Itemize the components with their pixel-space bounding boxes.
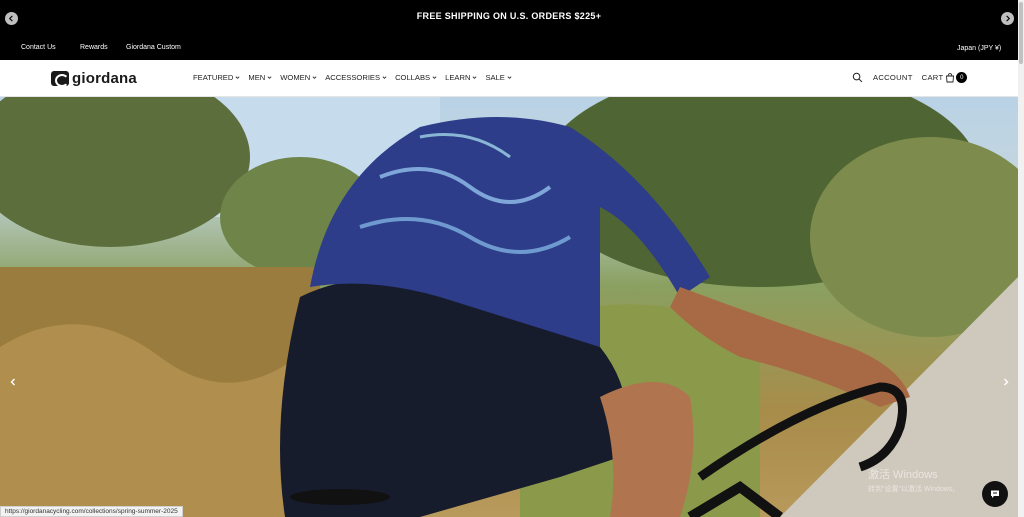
- nav-label: WOMEN: [280, 73, 311, 82]
- page-scrollbar[interactable]: [1018, 0, 1024, 517]
- chevron-down-icon: [507, 76, 512, 79]
- nav-item-women[interactable]: WOMEN: [280, 73, 317, 82]
- chevron-down-icon: [472, 76, 477, 79]
- nav-item-featured[interactable]: FEATURED: [193, 73, 240, 82]
- chevron-down-icon: [382, 76, 387, 79]
- chevron-down-icon: [312, 76, 317, 79]
- scrollbar-thumb[interactable]: [1019, 2, 1023, 64]
- page: FREE SHIPPING ON U.S. ORDERS $225+ Conta…: [0, 0, 1024, 517]
- logo-mark-icon: [51, 71, 69, 87]
- chat-icon: [991, 490, 999, 498]
- nav-item-men[interactable]: MEN: [248, 73, 272, 82]
- chevron-right-icon[interactable]: [1001, 377, 1011, 387]
- brand-name: giordana: [72, 70, 137, 87]
- chevron-down-icon: [432, 76, 437, 79]
- windows-activation-watermark: 激活 Windows 转到"设置"以激活 Windows。: [868, 466, 959, 494]
- site-header: giordana FEATURED MEN WOMEN ACCESSORIES …: [0, 60, 1018, 97]
- cart-button[interactable]: CART 0: [922, 72, 968, 83]
- search-icon[interactable]: [852, 72, 863, 83]
- nav-item-learn[interactable]: LEARN: [445, 73, 477, 82]
- nav-label: ACCESSORIES: [325, 73, 381, 82]
- chevron-left-icon[interactable]: [8, 377, 18, 387]
- utility-bar: Contact Us Rewards Giordana Custom Japan…: [0, 36, 1018, 60]
- nav-label: COLLABS: [395, 73, 431, 82]
- status-bar-url: https://giordanacycling.com/collections/…: [0, 506, 183, 517]
- hero-banner[interactable]: [0, 97, 1018, 517]
- nav-label: FEATURED: [193, 73, 234, 82]
- giordana-custom-link[interactable]: Giordana Custom: [126, 44, 181, 51]
- chevron-down-icon: [267, 76, 272, 79]
- nav-label: LEARN: [445, 73, 471, 82]
- nav-label: MEN: [248, 73, 266, 82]
- locale-selector[interactable]: Japan (JPY ¥): [957, 45, 1001, 52]
- announcement-text: FREE SHIPPING ON U.S. ORDERS $225+: [416, 11, 602, 21]
- hero-image: [0, 97, 1018, 517]
- nav-label: SALE: [485, 73, 505, 82]
- watermark-title: 激活 Windows: [868, 469, 938, 481]
- account-link[interactable]: ACCOUNT: [873, 73, 913, 82]
- watermark-subtitle: 转到"设置"以激活 Windows。: [868, 486, 960, 493]
- brand-logo[interactable]: giordana: [51, 70, 137, 87]
- nav-item-accessories[interactable]: ACCESSORIES: [325, 73, 387, 82]
- nav-item-collabs[interactable]: COLLABS: [395, 73, 437, 82]
- main-nav: FEATURED MEN WOMEN ACCESSORIES COLLABS L…: [193, 73, 520, 82]
- announcement-next-button[interactable]: [1001, 12, 1014, 25]
- rewards-link[interactable]: Rewards: [80, 44, 108, 51]
- chevron-down-icon: [235, 76, 240, 79]
- cart-label: CART: [921, 73, 944, 82]
- cart-count-badge: 0: [956, 72, 968, 83]
- bag-icon: [946, 72, 955, 82]
- contact-us-link[interactable]: Contact Us: [21, 44, 56, 51]
- nav-item-sale[interactable]: SALE: [485, 73, 512, 82]
- chat-button[interactable]: [982, 481, 1008, 507]
- header-actions: ACCOUNT CART 0: [852, 72, 968, 83]
- announcement-bar: FREE SHIPPING ON U.S. ORDERS $225+: [0, 0, 1018, 36]
- chevron-right-icon: [1006, 15, 1011, 22]
